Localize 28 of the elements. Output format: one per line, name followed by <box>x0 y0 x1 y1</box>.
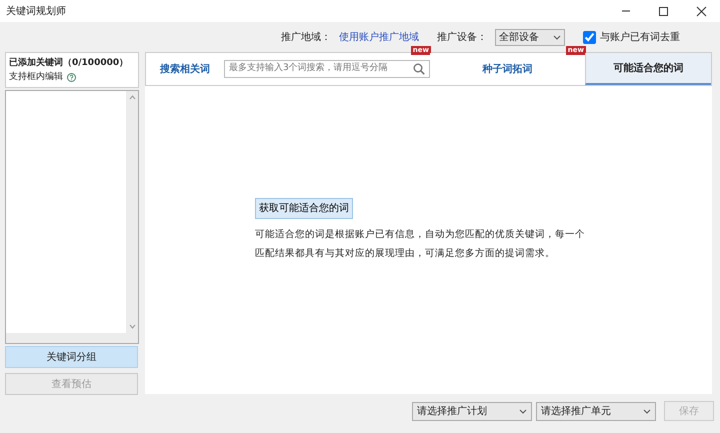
search-icon[interactable] <box>413 63 425 75</box>
keyword-editor[interactable] <box>5 90 139 344</box>
help-icon[interactable] <box>67 72 76 82</box>
dedupe-checkbox[interactable] <box>583 30 596 44</box>
select-dropdown[interactable]: 请选择推广计划 <box>412 402 532 420</box>
region-label: 推广地域： <box>281 30 331 44</box>
vertical-scrollbar[interactable] <box>126 91 138 333</box>
fetch-button[interactable]: 获取可能适合您的词 <box>255 198 353 219</box>
select-dropdown[interactable]: 请选择推广单元 <box>536 402 656 420</box>
dedupe-label: 与账户已有词去重 <box>600 30 680 44</box>
region-link[interactable]: 使用账户推广地域 <box>339 30 419 44</box>
caret-icon <box>519 408 527 414</box>
close-icon[interactable] <box>694 4 708 18</box>
scroll-up-icon[interactable] <box>128 95 136 100</box>
caret-icon <box>553 34 561 40</box>
tab[interactable]: 可能适合您的词 <box>585 53 711 85</box>
horizontal-scrollbar[interactable] <box>6 333 138 343</box>
search-field[interactable]: 最多支持输入3个词搜索，请用逗号分隔 <box>224 60 430 78</box>
device-select[interactable]: 全部设备 <box>495 28 565 46</box>
caret-icon <box>643 408 651 414</box>
description-text: 可能适合您的词是根据账户已有信息，自动为您匹配的优质关键词，每一个匹配结果都具有与其对应的展现理由，可满足您多方面的提词需求。 <box>255 228 585 261</box>
maximize-icon[interactable] <box>656 4 670 18</box>
sidebar-title: 已添加关键词（0/100000） <box>9 57 130 70</box>
device-label: 推广设备： <box>437 30 487 44</box>
window-title: 关键词规划师 <box>5 4 67 18</box>
scroll-down-icon[interactable] <box>128 324 136 329</box>
sidebar-subtitle: 支持框内编辑 <box>9 70 63 84</box>
sidebar-button[interactable]: 关键词分组 <box>5 346 138 368</box>
